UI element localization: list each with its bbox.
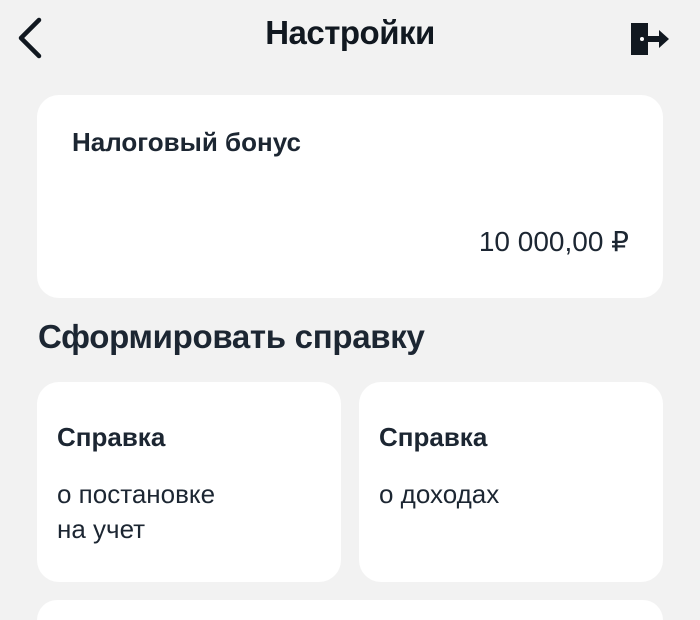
tax-bonus-card: Налоговый бонус 10 000,00 ₽: [37, 95, 663, 298]
top-bar: Настройки: [0, 0, 700, 76]
income-certificate-card[interactable]: Справка о доходах: [359, 382, 663, 582]
next-card-edge: [37, 600, 663, 620]
tax-bonus-title: Налоговый бонус: [72, 127, 301, 157]
certificate-title: Справка: [57, 422, 166, 452]
page-title: Настройки: [265, 14, 435, 51]
logout-button[interactable]: [624, 16, 676, 62]
registration-certificate-card[interactable]: Справка о постановке на учет: [37, 382, 341, 582]
tax-bonus-amount: 10 000,00 ₽: [478, 226, 629, 257]
certificate-subtitle: о доходах: [379, 479, 500, 509]
certificate-title: Справка: [379, 422, 488, 452]
certificate-subtitle: о постановке на учет: [57, 479, 216, 544]
section-title: Сформировать справку: [38, 318, 425, 355]
logout-icon: [631, 23, 669, 55]
